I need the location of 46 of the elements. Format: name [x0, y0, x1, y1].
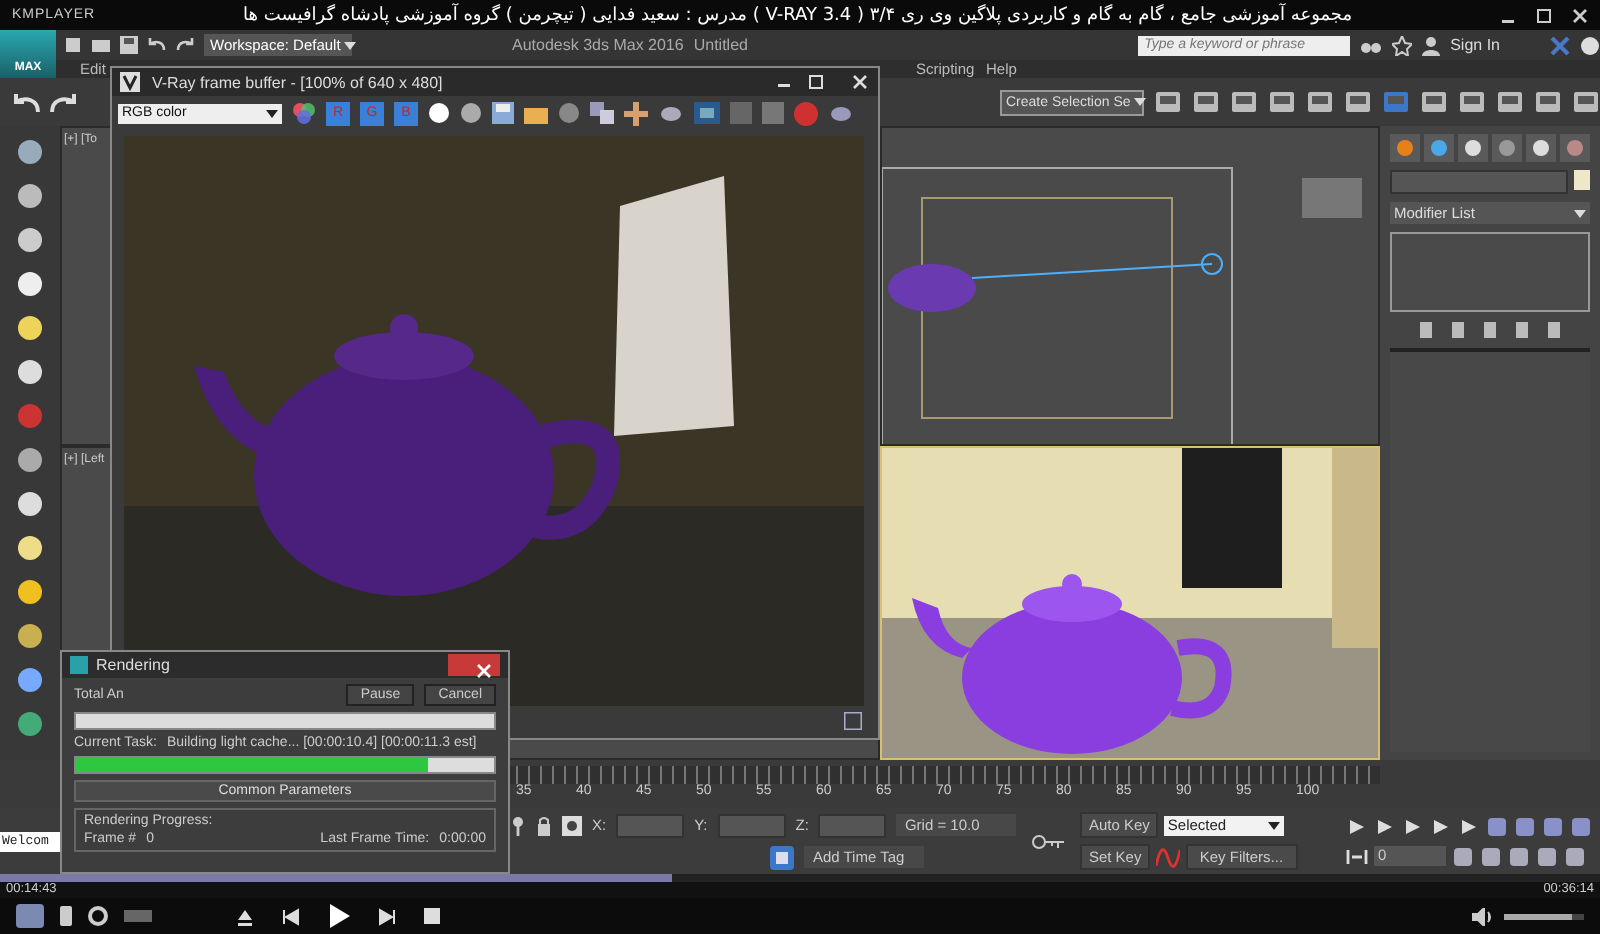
color-circles-icon[interactable]: [292, 102, 316, 124]
lock-icon[interactable]: [536, 815, 552, 835]
video-title: مجموعه آموزشی جامع ، گام به گام و کاربردی پلاگین وی ری ۳/۴ ( V-RAY 3.4 ) مدرس : سعید فدایی ( تیچرمن ) گروه آموزشی پادشاه گرافیست ها: [241, 5, 1355, 25]
color-swatch[interactable]: [1574, 170, 1590, 190]
play-icon[interactable]: [1402, 817, 1424, 835]
time-tag-icon[interactable]: [770, 845, 795, 869]
caret-icon: [340, 41, 357, 49]
caret-icon: [1570, 209, 1586, 217]
undo-icon[interactable]: [148, 36, 166, 54]
window-title: Rendering: [96, 656, 172, 674]
region-icon[interactable]: [694, 102, 720, 124]
close-button[interactable]: [448, 654, 500, 676]
play-icon[interactable]: [328, 904, 350, 928]
caret-icon: [1263, 821, 1280, 829]
key-icon[interactable]: [1032, 833, 1065, 849]
close-icon: [475, 664, 491, 678]
name-field[interactable]: [1390, 170, 1568, 194]
redo-icon[interactable]: [50, 90, 78, 114]
coordinate-field[interactable]: [717, 813, 786, 837]
undo-icon[interactable]: [12, 90, 40, 114]
new-file-icon[interactable]: [64, 36, 82, 54]
save-icon[interactable]: [120, 36, 138, 54]
speaker-icon[interactable]: [1472, 907, 1492, 925]
star-icon[interactable]: [1392, 35, 1413, 55]
coordinate-field[interactable]: [616, 813, 685, 837]
caret-icon: [1130, 98, 1147, 106]
app-title: Autodesk 3ds Max 2016: [512, 36, 684, 54]
coordinate-field[interactable]: [818, 813, 887, 837]
eject-icon[interactable]: [236, 907, 254, 925]
previous-icon[interactable]: [282, 907, 300, 925]
circle-icon[interactable]: [428, 102, 450, 124]
next-icon[interactable]: [378, 907, 396, 925]
key-mode-icon[interactable]: [1346, 847, 1368, 865]
sign-in-link[interactable]: Sign In: [1450, 36, 1500, 54]
close-icon[interactable]: [1572, 7, 1588, 23]
caret-icon: [262, 109, 278, 117]
circle-icon[interactable]: [460, 102, 482, 124]
transform-mode-icon[interactable]: [562, 815, 582, 835]
seek-bar[interactable]: [0, 874, 1600, 882]
app-logo-icon: [70, 656, 88, 674]
user-icon[interactable]: [1422, 35, 1441, 55]
redo-icon[interactable]: [176, 36, 194, 54]
close-icon[interactable]: [850, 74, 870, 90]
modifier-stack-list[interactable]: [1390, 232, 1590, 312]
window-title: V-Ray frame buffer - [100% of 640 x 480]: [152, 73, 445, 91]
document-title: Untitled: [693, 36, 748, 54]
